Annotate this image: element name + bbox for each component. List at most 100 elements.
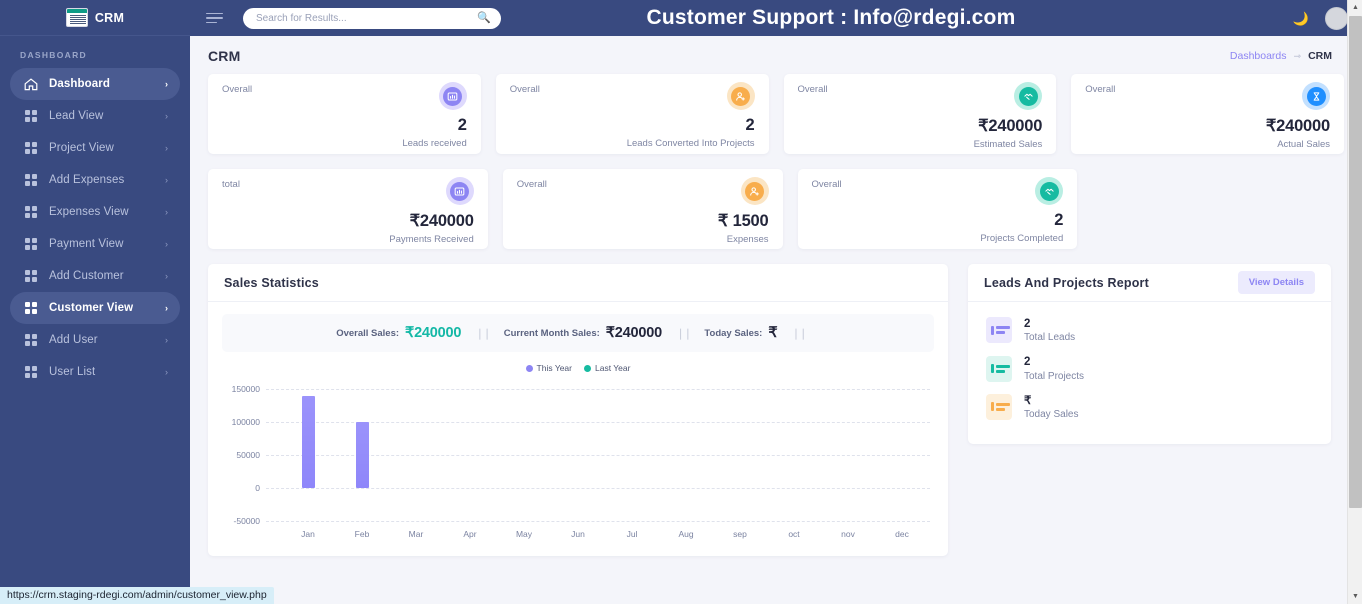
legend-item-last-year[interactable]: Last Year <box>584 363 630 373</box>
stat-icon-wrap <box>1302 82 1330 110</box>
hamburger-icon[interactable] <box>206 12 223 24</box>
sidebar-item-add-expenses[interactable]: Add Expenses › <box>10 164 180 196</box>
chart-bar-jan[interactable] <box>302 396 315 488</box>
stat-label: Leads received <box>402 138 467 149</box>
user-plus-icon <box>745 181 764 201</box>
search-input[interactable] <box>256 12 478 24</box>
sidebar: CRM DASHBOARD Dashboard › Lead View › Pr… <box>0 0 190 604</box>
x-tick-label: Apr <box>463 529 477 539</box>
sidebar-item-project-view[interactable]: Project View › <box>10 132 180 164</box>
legend-dot-icon <box>525 364 533 372</box>
sidebar-nav: Dashboard › Lead View › Project View › A… <box>0 68 190 388</box>
summary-current-month-sales: Current Month Sales: ₹240000 <box>504 325 662 341</box>
stat-kicker: Overall <box>509 84 540 95</box>
user-plus-icon <box>731 86 750 106</box>
stat-card-payments-received[interactable]: total ₹240000 Payments Received <box>208 169 488 249</box>
gridline <box>266 389 930 390</box>
sidebar-item-label: Payment View <box>49 238 124 250</box>
grid-icon <box>23 366 39 378</box>
grid-icon <box>23 238 39 250</box>
chevron-right-icon: › <box>165 239 168 249</box>
stat-icon-wrap <box>740 177 769 205</box>
brand[interactable]: CRM <box>0 0 190 36</box>
bars-icon <box>986 355 1012 382</box>
stat-kicker: Overall <box>811 179 842 190</box>
grid-icon <box>23 174 39 186</box>
sidebar-item-add-user[interactable]: Add User › <box>10 324 180 356</box>
sidebar-item-label: Add Expenses <box>49 174 125 186</box>
content: Overall 2 Leads received Overall 2 Leads… <box>190 74 1362 556</box>
sidebar-item-customer-view[interactable]: Customer View › <box>10 292 180 324</box>
summary-key: Overall Sales: <box>336 327 400 339</box>
sidebar-item-label: Add User <box>49 334 98 346</box>
sales-bar-chart[interactable]: 150000 100000 50000 0 -50000 Jan Feb Mar… <box>208 381 948 556</box>
search-box[interactable]: 🔍 <box>243 7 501 29</box>
y-tick-label: 100000 <box>231 417 260 427</box>
x-tick-label: nov <box>841 529 855 539</box>
status-bar-url: https://crm.staging-rdegi.com/admin/cust… <box>0 587 274 604</box>
x-tick-label: sep <box>733 529 747 539</box>
x-tick-label: Feb <box>354 529 370 539</box>
gridline <box>266 521 930 522</box>
stat-label: Projects Completed <box>980 233 1064 244</box>
x-tick-label: Aug <box>678 529 694 539</box>
panels-row: Sales Statistics Overall Sales: ₹240000 … <box>208 264 1344 556</box>
sidebar-item-label: Expenses View <box>49 206 129 218</box>
stat-value: ₹240000 <box>978 117 1043 135</box>
summary-value: ₹240000 <box>405 325 462 341</box>
sidebar-item-user-list[interactable]: User List › <box>10 356 180 388</box>
moon-icon[interactable]: 🌙 <box>1293 12 1309 25</box>
breadcrumb: Dashboards ⇾ CRM <box>1230 50 1332 62</box>
bars-icon <box>986 393 1012 420</box>
avatar[interactable] <box>1325 6 1348 30</box>
report-row-total-leads[interactable]: 2 Total Leads <box>968 311 1331 349</box>
chevron-right-icon: › <box>165 335 168 345</box>
sidebar-item-dashboard[interactable]: Dashboard › <box>10 68 180 100</box>
chevron-right-icon: › <box>165 303 168 313</box>
stat-value: 2 <box>745 116 755 134</box>
stat-icon-wrap <box>445 177 474 205</box>
page-header: CRM Dashboards ⇾ CRM <box>190 36 1362 74</box>
y-tick-label: 150000 <box>231 384 260 394</box>
chevron-right-icon: › <box>165 111 168 121</box>
scrollbar-thumb[interactable] <box>1349 16 1362 508</box>
stat-value: 2 <box>1054 211 1064 229</box>
grid-icon <box>23 110 39 122</box>
sidebar-item-expenses-view[interactable]: Expenses View › <box>10 196 180 228</box>
stat-kicker: Overall <box>797 84 828 95</box>
page-scrollbar[interactable]: ▲ ▼ <box>1347 0 1362 604</box>
view-details-button[interactable]: View Details <box>1237 271 1315 294</box>
chart-bar-feb[interactable] <box>356 422 369 488</box>
report-row-today-sales[interactable]: ₹ Today Sales <box>968 388 1331 426</box>
scroll-up-arrow-icon[interactable]: ▲ <box>1348 0 1362 15</box>
stat-card-actual-sales[interactable]: Overall ₹240000 Actual Sales <box>1071 74 1344 154</box>
sales-panel-title: Sales Statistics <box>224 275 319 290</box>
stat-value: ₹ 1500 <box>717 212 769 230</box>
handshake-icon <box>1039 181 1059 201</box>
summary-divider-icon: ❘❘ <box>791 327 808 340</box>
search-icon[interactable]: 🔍 <box>477 12 491 24</box>
stat-label: Expenses <box>726 234 769 245</box>
y-tick-label: 0 <box>255 483 260 493</box>
stat-card-expenses[interactable]: Overall ₹ 1500 Expenses <box>502 169 783 249</box>
gridline <box>266 488 930 489</box>
stat-card-leads-converted[interactable]: Overall 2 Leads Converted Into Projects <box>495 74 769 154</box>
sidebar-item-payment-view[interactable]: Payment View › <box>10 228 180 260</box>
stat-card-estimated-sales[interactable]: Overall ₹240000 Estimated Sales <box>783 74 1057 154</box>
x-tick-label: Jun <box>571 529 585 539</box>
stat-label: Payments Received <box>389 234 474 245</box>
legend-item-this-year[interactable]: This Year <box>525 363 572 373</box>
report-panel-header: Leads And Projects Report View Details <box>968 264 1331 302</box>
breadcrumb-dashboards[interactable]: Dashboards <box>1230 50 1287 62</box>
stat-card-projects-completed[interactable]: Overall 2 Projects Completed <box>797 169 1078 249</box>
report-label: Today Sales <box>1024 409 1079 421</box>
report-row-total-projects[interactable]: 2 Total Projects <box>968 349 1331 387</box>
chevron-right-icon: › <box>165 271 168 281</box>
stat-kicker: total <box>222 179 240 190</box>
scroll-down-arrow-icon[interactable]: ▼ <box>1348 589 1362 604</box>
stat-card-leads-received[interactable]: Overall 2 Leads received <box>208 74 481 154</box>
stat-card-row-2: total ₹240000 Payments Received Overall … <box>208 169 1344 249</box>
sidebar-item-lead-view[interactable]: Lead View › <box>10 100 180 132</box>
stat-value: ₹240000 <box>409 212 474 230</box>
sidebar-item-add-customer[interactable]: Add Customer › <box>10 260 180 292</box>
